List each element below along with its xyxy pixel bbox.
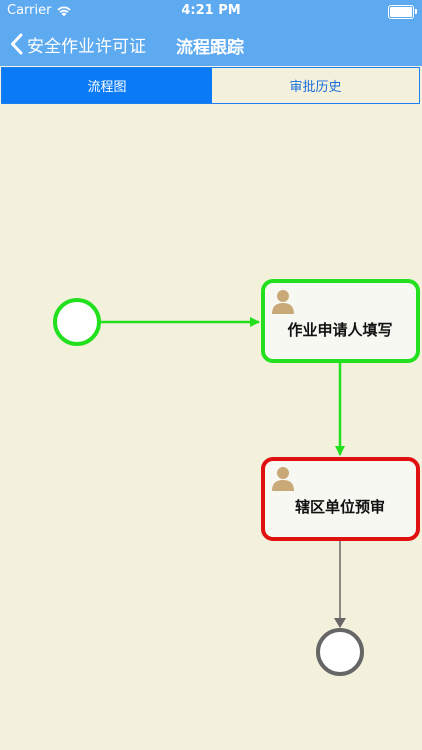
task-label: 作业申请人填写 [287, 321, 392, 339]
chevron-left-icon [11, 33, 23, 55]
battery-icon [388, 5, 417, 19]
battery-nub [415, 9, 417, 14]
flow-diagram-canvas: 作业申请人填写 辖区单位预审 [0, 104, 422, 750]
end-event[interactable] [316, 628, 364, 676]
tab-approval-history[interactable]: 审批历史 [212, 68, 419, 103]
tab-flow-chart-label: 流程图 [87, 80, 127, 95]
status-bar: Carrier 4:21 PM [0, 0, 422, 22]
back-button[interactable]: 安全作业许可证 [10, 31, 146, 57]
navigation-bar: 安全作业许可证 流程跟踪 [0, 22, 422, 66]
page-title: 流程跟踪 [176, 38, 244, 58]
tab-approval-history-label: 审批历史 [289, 80, 342, 95]
start-event[interactable] [53, 298, 101, 346]
segmented-tabs: 流程图 审批历史 [1, 67, 420, 104]
task-node-applicant-fill[interactable]: 作业申请人填写 [261, 279, 420, 363]
back-button-label: 安全作业许可证 [27, 36, 146, 57]
status-time: 4:21 PM [181, 3, 241, 18]
task-node-district-review[interactable]: 辖区单位预审 [261, 457, 420, 541]
app-header: Carrier 4:21 PM 安全作业许可证 流程跟踪 [0, 0, 422, 66]
flow-diagram: 作业申请人填写 辖区单位预审 [53, 279, 420, 676]
tab-flow-chart[interactable]: 流程图 [2, 68, 212, 103]
task-label: 辖区单位预审 [295, 498, 385, 516]
battery-fill [390, 7, 412, 17]
